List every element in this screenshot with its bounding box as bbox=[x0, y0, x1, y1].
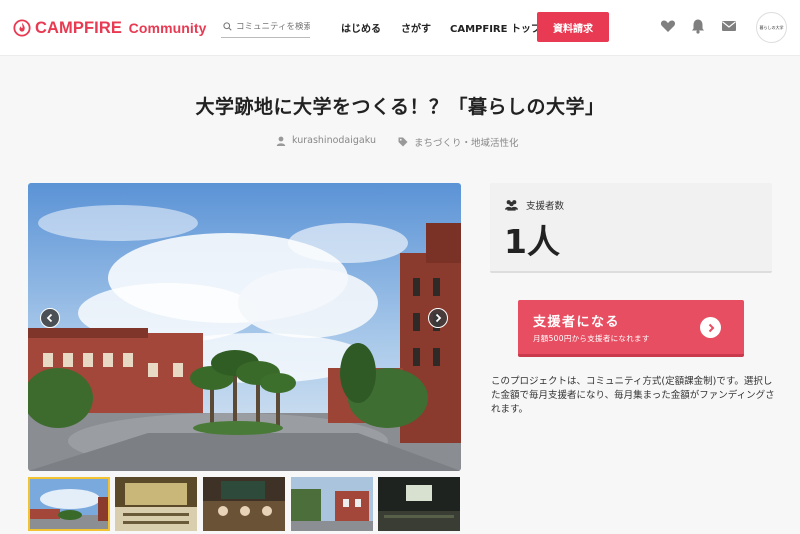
supporters-card: 支援者数 1人 bbox=[490, 183, 772, 273]
chevron-left-icon bbox=[46, 313, 53, 323]
avatar-text: 暮らしの大学 bbox=[759, 24, 784, 30]
tag-icon bbox=[398, 137, 408, 147]
project-category[interactable]: まちづくり・地域活性化 bbox=[398, 135, 519, 149]
mail-icon[interactable] bbox=[721, 18, 737, 34]
category-name: まちづくり・地域活性化 bbox=[414, 138, 519, 149]
thumbnail-2[interactable] bbox=[115, 477, 197, 531]
chevron-right-icon bbox=[435, 313, 442, 323]
bell-icon[interactable] bbox=[690, 18, 706, 34]
thumbnail-5[interactable] bbox=[378, 477, 460, 531]
nav-find-link[interactable]: さがす bbox=[401, 20, 431, 35]
user-avatar[interactable]: 暮らしの大学 bbox=[756, 12, 787, 43]
thumbnail-1[interactable] bbox=[28, 477, 110, 531]
become-supporter-button[interactable]: 支援者になる 月額500円から支援者になれます bbox=[518, 300, 744, 357]
users-icon bbox=[505, 200, 518, 211]
cta-sub-label: 月額500円から支援者になれます bbox=[533, 334, 650, 343]
heart-icon[interactable] bbox=[660, 18, 676, 34]
thumbnail-4[interactable] bbox=[291, 477, 373, 531]
logo-text: CAMPFIRE Community bbox=[35, 18, 207, 37]
thumbnail-3[interactable] bbox=[203, 477, 285, 531]
user-icon bbox=[276, 136, 286, 146]
owner-name: kurashinodaigaku bbox=[292, 135, 376, 146]
nav-campfire-top-link[interactable]: CAMPFIRE トップ bbox=[450, 20, 541, 35]
campfire-logo-icon bbox=[13, 19, 31, 37]
arrow-circle-right-icon bbox=[700, 317, 721, 338]
supporters-label: 支援者数 bbox=[505, 198, 564, 212]
campfire-logo[interactable]: CAMPFIRE Community bbox=[13, 15, 207, 41]
nav-start-link[interactable]: はじめる bbox=[341, 20, 381, 35]
project-owner[interactable]: kurashinodaigaku bbox=[276, 135, 376, 146]
project-description: このプロジェクトは、コミュニティ方式(定額課金制)です。選択した金額で毎月支援者… bbox=[491, 376, 775, 415]
carousel-next-button[interactable] bbox=[428, 308, 448, 328]
project-main-image bbox=[28, 183, 461, 471]
search-input[interactable] bbox=[236, 21, 310, 32]
site-header: CAMPFIRE Community はじめる さがす CAMPFIRE トップ… bbox=[0, 0, 800, 56]
search-icon bbox=[223, 22, 232, 31]
carousel-prev-button[interactable] bbox=[40, 308, 60, 328]
cta-main-label: 支援者になる bbox=[533, 315, 621, 330]
supporters-count: 1人 bbox=[504, 222, 560, 261]
project-title: 大学跡地に大学をつくる！？「暮らしの大学」 bbox=[195, 96, 605, 118]
search-box[interactable] bbox=[221, 16, 310, 38]
request-materials-button[interactable]: 資料請求 bbox=[537, 12, 609, 42]
